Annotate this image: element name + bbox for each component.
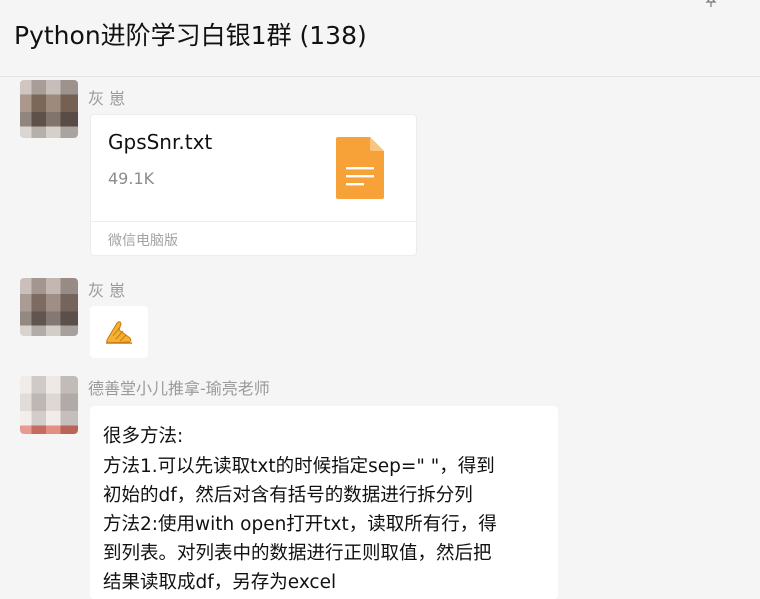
chat-header: Python进阶学习白银1群 (138) <box>0 0 760 77</box>
message-line: 结果读取成df，另存为excel <box>103 572 337 593</box>
avatar[interactable] <box>20 376 78 434</box>
pin-icon[interactable] <box>702 0 720 12</box>
text-message-bubble[interactable]: 很多方法: 方法1.可以先读取txt的时候指定sep=" "，得到 初始的df，… <box>90 406 558 599</box>
file-source-label: 微信电脑版 <box>108 233 178 249</box>
sender-name: 灰 崽 <box>88 89 126 108</box>
avatar[interactable] <box>20 80 78 138</box>
avatar[interactable] <box>20 278 78 336</box>
file-message-card[interactable]: GpsSnr.txt 49.1K 微信电脑版 <box>90 114 417 256</box>
message-line: 方法1.可以先读取txt的时候指定sep=" "，得到 <box>103 456 495 477</box>
message-line: 方法2:使用with open打开txt，读取所有行，得 <box>103 514 497 535</box>
message-line: 到列表。对列表中的数据进行正则取值，然后把 <box>103 543 492 564</box>
file-name: GpsSnr.txt <box>108 130 213 154</box>
chat-title[interactable]: Python进阶学习白银1群 (138) <box>14 16 367 52</box>
message-line: 很多方法: <box>103 426 184 447</box>
sender-name: 灰 崽 <box>88 281 126 300</box>
document-icon <box>336 137 384 199</box>
message-line: 初始的df，然后对含有括号的数据进行拆分列 <box>103 485 473 506</box>
sticker-message[interactable] <box>90 306 148 358</box>
more-icon[interactable] <box>742 0 760 12</box>
divider <box>91 221 416 222</box>
sender-name: 德善堂小儿推拿-瑜亮老师 <box>88 379 270 398</box>
file-size: 49.1K <box>108 169 155 188</box>
praying-hands-icon <box>106 321 132 344</box>
